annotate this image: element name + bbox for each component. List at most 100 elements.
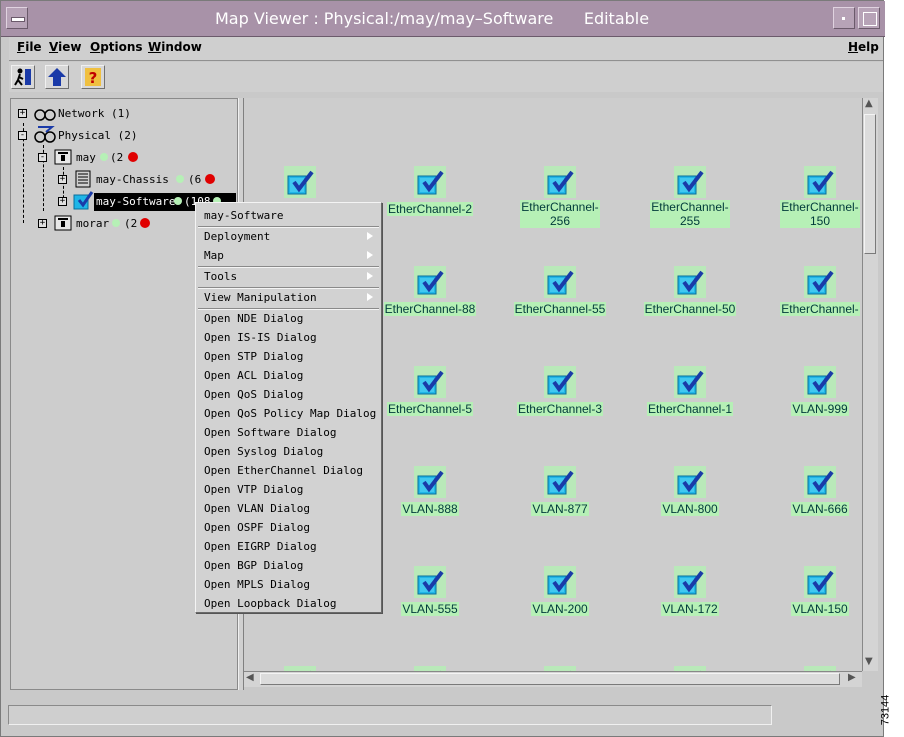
tree-count: (2 [124,217,138,230]
map-device[interactable]: EtherChannel-88 [370,266,490,317]
scroll-left-icon[interactable]: ◀ [246,672,254,683]
map-device[interactable]: EtherChannel-2 [370,166,490,217]
exit-icon[interactable] [11,65,35,89]
map-device[interactable]: EtherChannel- 150 [760,166,862,229]
menu-item-dialog[interactable]: Open ACL Dialog [204,369,303,382]
horizontal-scrollbar[interactable]: ◀ ▶ [244,671,862,687]
device-label: VLAN-555 [401,602,459,616]
map-device[interactable]: VLAN-150 [760,566,862,617]
map-device[interactable]: EtherChannel-1 [630,366,750,417]
expand-icon[interactable]: + [58,197,67,206]
menu-item-dialog[interactable]: Open Software Dialog [204,426,336,439]
menu-item-dialog[interactable]: Open VTP Dialog [204,483,303,496]
alarm-dot [140,218,150,228]
software-object-icon [804,466,836,498]
device-label: VLAN-200 [531,602,589,616]
submenu-arrow-icon [367,293,373,301]
menu-item-dialog[interactable]: Open QoS Dialog [204,388,303,401]
map-device[interactable]: VLAN-999 [760,366,862,417]
map-device[interactable] [244,166,360,198]
map-device[interactable]: EtherChannel- 256 [500,166,620,229]
menu-help[interactable]: Help [848,40,879,54]
device-label: EtherChannel-3 [516,402,604,416]
scroll-up-icon[interactable]: ▲ [865,98,873,109]
scroll-right-icon[interactable]: ▶ [848,672,856,683]
expand-icon[interactable]: + [38,219,47,228]
help-icon[interactable]: ? [81,65,105,89]
tree-count: (2 [110,151,124,164]
alarm-dot [205,174,215,184]
menu-item-dialog[interactable]: Open BGP Dialog [204,559,303,572]
map-device[interactable]: VLAN-555 [370,566,490,617]
software-object-icon [544,266,576,298]
status-ok-dot [176,175,184,183]
software-object-icon [804,266,836,298]
menu-window[interactable]: Window [148,40,202,54]
horizontal-scroll-thumb[interactable] [260,673,840,685]
map-device[interactable]: VLAN-172 [630,566,750,617]
collapse-icon[interactable]: - [18,131,27,140]
network-icon [34,109,56,121]
tree-label: may-Chassis [96,173,169,186]
expand-icon[interactable]: + [18,109,27,118]
device-label: EtherChannel-88 [383,302,477,316]
menu-item-dialog[interactable]: Open EtherChannel Dialog [204,464,363,477]
menu-item-view-manipulation[interactable]: View Manipulation [204,291,317,304]
collapse-icon[interactable]: - [38,153,47,162]
device-label: VLAN-877 [531,502,589,516]
up-arrow-icon[interactable] [45,65,69,89]
map-device[interactable]: VLAN-200 [500,566,620,617]
device-label: VLAN-172 [661,602,719,616]
map-device[interactable]: VLAN-666 [760,466,862,517]
menu-item-dialog[interactable]: Open MPLS Dialog [204,578,310,591]
submenu-arrow-icon [367,251,373,259]
menu-file[interactable]: File [17,40,42,54]
device-label: VLAN-999 [791,402,849,416]
vertical-scrollbar[interactable]: ▲ ▼ [862,98,878,671]
window-title: Map Viewer : Physical:/may/may–Software … [215,9,650,28]
menu-bar: File View Options Window Help [9,37,883,61]
tree-label: may-Software [96,195,176,208]
menu-item-dialog[interactable]: Open OSPF Dialog [204,521,310,534]
tree-label: may [76,151,96,164]
window-menu-button[interactable] [6,7,28,29]
scroll-down-icon[interactable]: ▼ [865,656,873,667]
map-device[interactable]: EtherChannel-3 [500,366,620,417]
map-device[interactable]: VLAN-877 [500,466,620,517]
menu-item-dialog[interactable]: Open Loopback Dialog [204,597,336,610]
minimize-button[interactable] [833,7,855,29]
device-label: VLAN-666 [791,502,849,516]
software-object-icon [674,266,706,298]
menu-item-dialog[interactable]: Open STP Dialog [204,350,303,363]
map-device[interactable]: VLAN-888 [370,466,490,517]
map-device[interactable]: EtherChannel-50 [630,266,750,317]
menu-view[interactable]: View [49,40,81,54]
menu-item-deployment[interactable]: Deployment [204,230,270,243]
expand-icon[interactable]: + [58,175,67,184]
menu-separator [198,266,379,268]
menu-item-tools[interactable]: Tools [204,270,237,283]
maximize-button[interactable] [858,7,880,29]
software-object-icon [544,466,576,498]
menu-item-dialog[interactable]: Open QoS Policy Map Dialog [204,407,376,420]
menu-item-dialog[interactable]: Open Syslog Dialog [204,445,323,458]
status-bar [8,705,772,725]
menu-item-dialog[interactable]: Open EIGRP Dialog [204,540,317,553]
menu-item-dialog[interactable]: Open VLAN Dialog [204,502,310,515]
menu-separator [198,287,379,289]
menu-item-dialog[interactable]: Open IS-IS Dialog [204,331,317,344]
vertical-scroll-thumb[interactable] [864,114,876,254]
menu-item-map[interactable]: Map [204,249,224,262]
map-device[interactable]: VLAN-800 [630,466,750,517]
menu-separator [198,226,379,228]
map-device[interactable]: EtherChannel- [760,266,862,317]
menu-options[interactable]: Options [90,40,143,54]
title-bar[interactable]: Map Viewer : Physical:/may/may–Software … [1,1,885,37]
device-label: VLAN-888 [401,502,459,516]
map-device[interactable]: EtherChannel-5 [370,366,490,417]
toolbar: ? [9,62,883,92]
software-object-icon [674,366,706,398]
map-device[interactable]: EtherChannel- 255 [630,166,750,229]
menu-item-dialog[interactable]: Open NDE Dialog [204,312,303,325]
map-device[interactable]: EtherChannel-55 [500,266,620,317]
